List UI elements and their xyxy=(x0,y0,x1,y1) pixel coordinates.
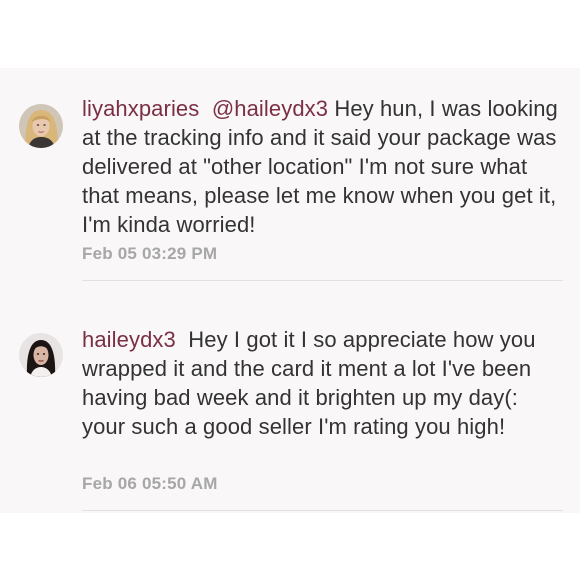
avatar[interactable] xyxy=(19,333,63,377)
comment-username[interactable]: haileydx3 xyxy=(82,327,176,352)
divider xyxy=(82,510,563,511)
divider xyxy=(82,280,563,281)
comment-screen: liyahxparies @haileydx3 Hey hun, I was l… xyxy=(0,0,580,580)
comment-text: liyahxparies @haileydx3 Hey hun, I was l… xyxy=(82,94,562,239)
comment-timestamp: Feb 06 05:50 AM xyxy=(82,474,218,493)
comment-timestamp: Feb 05 03:29 PM xyxy=(82,244,218,263)
comment-username[interactable]: liyahxparies xyxy=(82,96,199,121)
avatar-photo xyxy=(19,333,63,377)
avatar-photo xyxy=(19,104,63,148)
comment-text: haileydx3 Hey I got it I so appreciate h… xyxy=(82,325,562,441)
comment-mention[interactable]: @haileydx3 xyxy=(212,96,328,121)
avatar[interactable] xyxy=(19,104,63,148)
